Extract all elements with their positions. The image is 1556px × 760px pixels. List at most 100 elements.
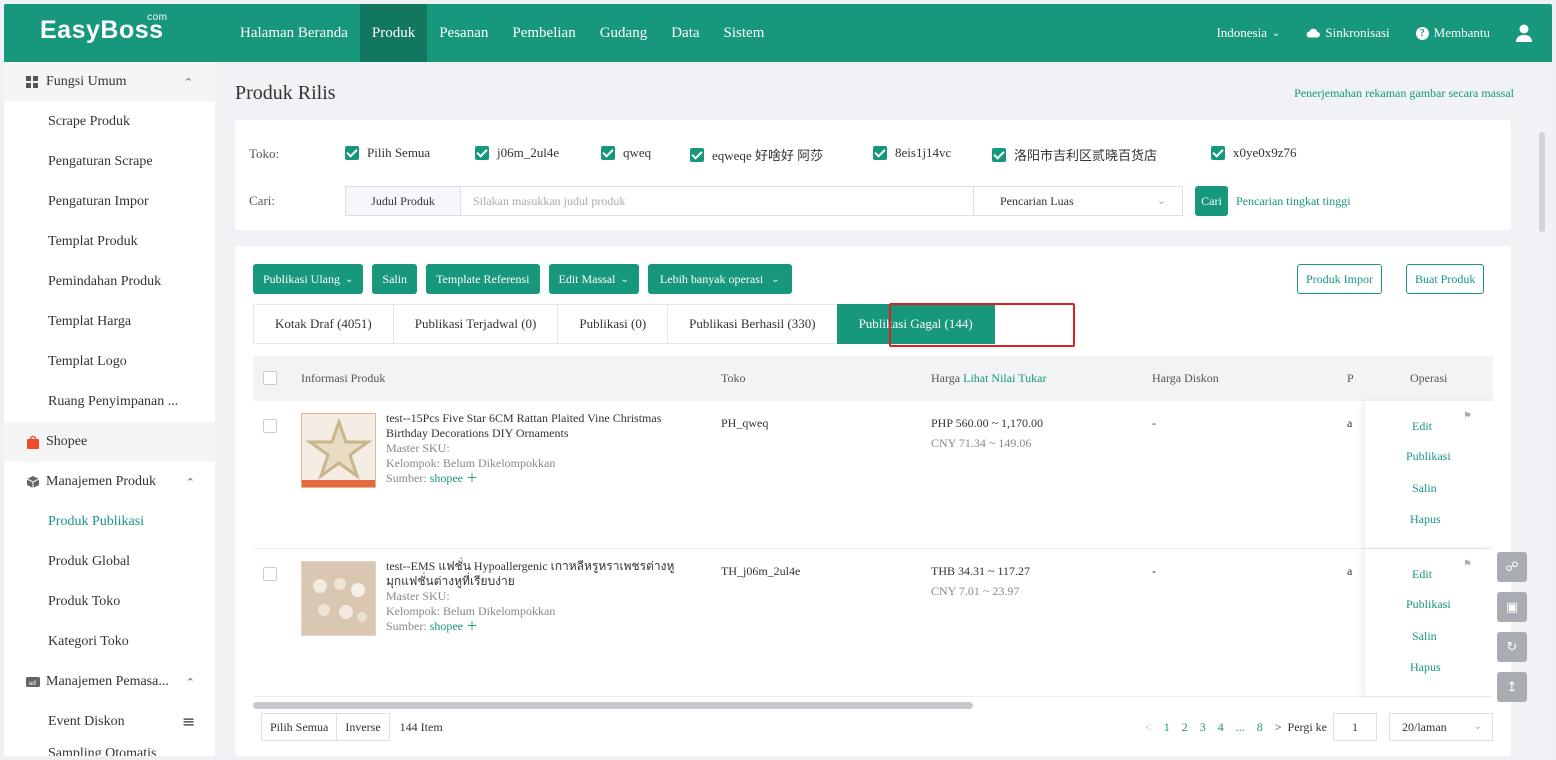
copy-row-button[interactable]: Salin	[1412, 629, 1437, 644]
page-4[interactable]: 4	[1218, 720, 1224, 735]
product-thumbnail[interactable]	[301, 413, 376, 488]
sidebar-item-scrape-settings[interactable]: Pengaturan Scrape	[4, 142, 215, 182]
flag-icon[interactable]: ⚑	[1463, 411, 1473, 422]
back-to-top-icon[interactable]: ↥	[1497, 672, 1527, 702]
sidebar-item-scrape[interactable]: Scrape Produk	[4, 102, 215, 142]
more-operations-button[interactable]: Lebih banyak operasi ⌄	[647, 264, 792, 294]
page-size-select[interactable]: 20/laman ⌄	[1389, 713, 1493, 741]
tab-scheduled[interactable]: Publikasi Terjadwal (0)	[392, 304, 558, 344]
sidebar-item-global-products[interactable]: Produk Global	[4, 542, 215, 582]
col-price-label: Harga	[931, 371, 961, 385]
search-input[interactable]: Silakan masukkan judul produk	[461, 186, 974, 216]
edit-button[interactable]: Edit	[1412, 567, 1432, 582]
page-8[interactable]: 8	[1257, 720, 1263, 735]
source-link[interactable]: shopee	[430, 471, 463, 485]
page-1[interactable]: 1	[1164, 720, 1170, 735]
sidebar-group-shopee[interactable]: Shopee	[4, 422, 215, 462]
plus-icon[interactable]: ＋	[466, 471, 478, 485]
sidebar-item-product-template[interactable]: Templat Produk	[4, 222, 215, 262]
row-checkbox[interactable]	[263, 567, 277, 581]
store-checkbox[interactable]: x0ye0x9z76	[1211, 145, 1297, 161]
republish-button[interactable]: Publikasi Ulang ⌄	[253, 264, 364, 294]
nav-orders[interactable]: Pesanan	[427, 4, 500, 62]
headset-icon[interactable]: ☍	[1497, 552, 1527, 582]
store-checkbox[interactable]: 洛阳市吉利区贰晓百货店	[992, 145, 1157, 164]
search-mode-select[interactable]: Pencarian Luas ⌄	[974, 186, 1183, 216]
nav-data[interactable]: Data	[659, 4, 711, 62]
nav-system[interactable]: Sistem	[712, 4, 777, 62]
sidebar-item-storage[interactable]: Ruang Penyimpanan ...	[4, 382, 215, 422]
tab-success[interactable]: Publikasi Berhasil (330)	[667, 304, 837, 344]
store-checkbox[interactable]: j06m_2ul4e	[475, 145, 559, 161]
sidebar-item-logo-template[interactable]: Templat Logo	[4, 342, 215, 382]
refresh-icon[interactable]: ↻	[1497, 632, 1527, 662]
sidebar-item-price-template[interactable]: Templat Harga	[4, 302, 215, 342]
vertical-scrollbar[interactable]	[1539, 132, 1545, 232]
search-button[interactable]: Cari	[1195, 186, 1228, 216]
checkbox-checked-icon	[601, 146, 615, 160]
sidebar-item-published-products[interactable]: Produk Publikasi	[4, 502, 215, 542]
create-product-button[interactable]: Buat Produk	[1406, 264, 1485, 294]
nav-home[interactable]: Halaman Beranda	[228, 4, 360, 62]
product-list-card: Publikasi Ulang ⌄ Salin Template Referens…	[235, 246, 1511, 756]
collapse-menu-icon[interactable]: ≡	[182, 712, 195, 731]
page-2[interactable]: 2	[1182, 720, 1188, 735]
nav-product[interactable]: Produk	[359, 4, 428, 62]
publish-button[interactable]: Publikasi	[1406, 449, 1451, 464]
publish-button[interactable]: Publikasi	[1406, 597, 1451, 612]
help-button[interactable]: ? Membantu	[1415, 25, 1490, 41]
sidebar-group-product-management[interactable]: Manajemen Produk ⌃	[4, 462, 215, 502]
exchange-rate-link[interactable]: Lihat Nilai Tukar	[963, 371, 1046, 385]
product-title[interactable]: test--EMS แฟชั่น Hypoallergenic เกาหลีหร…	[386, 559, 686, 589]
tab-draft[interactable]: Kotak Draf (4051)	[253, 304, 393, 344]
nav-purchase[interactable]: Pembelian	[500, 4, 587, 62]
delete-button[interactable]: Hapus	[1410, 660, 1441, 675]
product-title[interactable]: test--15Pcs Five Star 6CM Rattan Plaited…	[386, 411, 686, 441]
delete-button[interactable]: Hapus	[1410, 512, 1441, 527]
sidebar-group-marketing[interactable]: ad Manajemen Pemasa... ⌃	[4, 662, 215, 702]
template-reference-button[interactable]: Template Referensi	[426, 264, 540, 294]
logo[interactable]: EasyBoss com	[40, 12, 167, 45]
store-checkbox[interactable]: eqweqe 好啥好 阿莎	[690, 145, 823, 164]
edit-button[interactable]: Edit	[1412, 419, 1432, 434]
search-field-select[interactable]: Judul Produk	[345, 186, 461, 216]
bulk-image-translate-link[interactable]: Penerjemahan rekaman gambar secara massa…	[1294, 86, 1514, 101]
store-checkbox[interactable]: 8eis1j14vc	[873, 145, 951, 161]
next-page-icon[interactable]: >	[1275, 720, 1282, 735]
page-3[interactable]: 3	[1200, 720, 1206, 735]
advanced-search-link[interactable]: Pencarian tingkat tinggi	[1236, 186, 1351, 216]
prev-page-icon[interactable]: <	[1145, 720, 1152, 735]
tab-published[interactable]: Publikasi (0)	[557, 304, 668, 344]
page-ellipsis[interactable]: ...	[1236, 720, 1245, 735]
nav-warehouse[interactable]: Gudang	[588, 4, 660, 62]
product-thumbnail[interactable]	[301, 561, 376, 636]
inverse-button[interactable]: Inverse	[337, 713, 390, 741]
select-all-checkbox[interactable]	[263, 371, 277, 385]
horizontal-scrollbar[interactable]	[253, 702, 973, 709]
sidebar-item-product-transfer[interactable]: Pemindahan Produk	[4, 262, 215, 302]
store-checkbox[interactable]: qweq	[601, 145, 651, 161]
copy-button[interactable]: Salin	[372, 264, 418, 294]
copy-row-button[interactable]: Salin	[1412, 481, 1437, 496]
goto-page-input[interactable]: 1	[1333, 713, 1377, 741]
import-product-button[interactable]: Produk Impor	[1297, 264, 1382, 294]
plus-icon[interactable]: ＋	[466, 619, 478, 633]
feedback-icon[interactable]: ▣	[1497, 592, 1527, 622]
product-info: test--EMS แฟชั่น Hypoallergenic เกาหลีหร…	[386, 559, 686, 634]
sidebar-item-store-categories[interactable]: Kategori Toko	[4, 622, 215, 662]
sidebar-item-sampling[interactable]: Sampling Otomatis	[4, 734, 215, 756]
region-dropdown[interactable]: Indonesia ⌄	[1216, 25, 1280, 41]
source-link[interactable]: shopee	[430, 619, 463, 633]
row-checkbox[interactable]	[263, 419, 277, 433]
sidebar: Fungsi Umum ⌃ Scrape Produk Pengaturan S…	[4, 62, 215, 756]
flag-icon[interactable]: ⚑	[1463, 559, 1473, 570]
user-icon[interactable]	[1516, 24, 1532, 42]
sidebar-group-general[interactable]: Fungsi Umum ⌃	[4, 62, 215, 102]
sidebar-item-store-products[interactable]: Produk Toko	[4, 582, 215, 622]
store-checkbox-all[interactable]: Pilih Semua	[345, 145, 430, 161]
question-icon: ?	[1415, 26, 1429, 40]
sidebar-item-import-settings[interactable]: Pengaturan Impor	[4, 182, 215, 222]
bulk-edit-button[interactable]: Edit Massal ⌄	[548, 264, 639, 294]
select-all-button[interactable]: Pilih Semua	[261, 713, 338, 741]
sync-button[interactable]: Sinkronisasi	[1306, 25, 1390, 41]
